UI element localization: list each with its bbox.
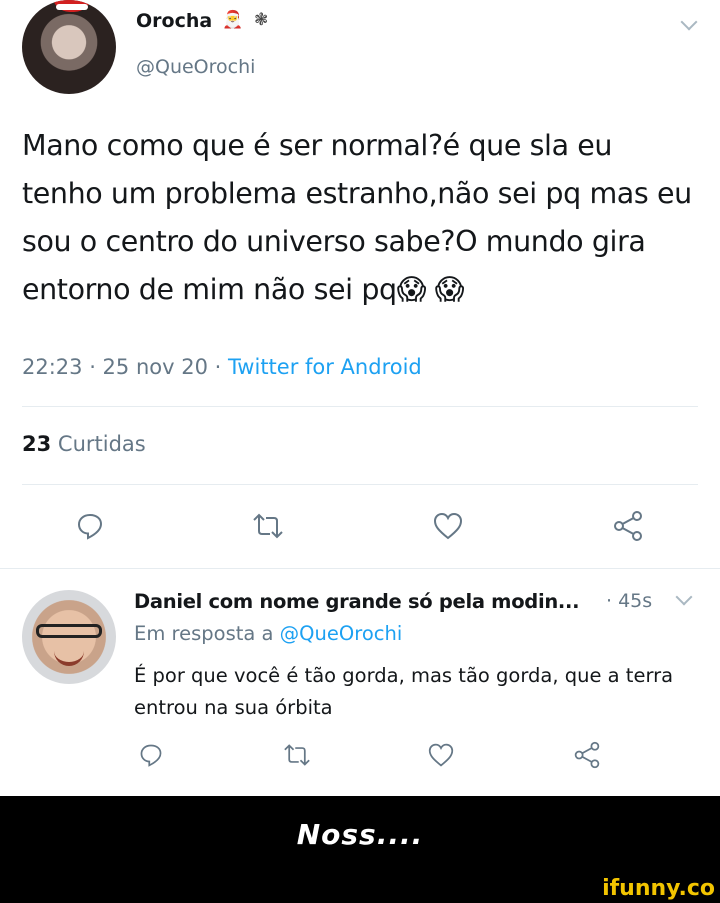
santa-hat-icon [52, 0, 92, 12]
chevron-down-icon[interactable] [675, 588, 693, 606]
santa-emoji-icon: 🎅 [222, 10, 244, 30]
likes-count: 23 [22, 432, 52, 456]
tweet-text: Mano como que é ser normal?é que sla eu … [22, 129, 692, 306]
divider [0, 568, 720, 569]
glasses-graphic [36, 624, 102, 638]
reply-icon [140, 744, 162, 767]
author-handle[interactable]: @QueOrochi [136, 56, 255, 78]
meme-caption: Noss.... [296, 818, 424, 851]
retweet-icon [284, 744, 310, 766]
likes-label: Curtidas [57, 432, 146, 456]
reply-author-name[interactable]: Daniel com nome grande só pela modin... [134, 590, 580, 613]
flower-symbol-icon: ❃ [254, 10, 269, 30]
reply-timestamp: · 45s [606, 590, 653, 612]
likes-summary[interactable]: 23 Curtidas [22, 432, 146, 456]
tweet-timestamp: 22:23 · 25 nov 20 · [22, 355, 228, 379]
retweet-button[interactable] [248, 506, 288, 546]
tweet-meta: 22:23 · 25 nov 20 · Twitter for Android [22, 355, 422, 379]
divider [22, 484, 698, 485]
divider [22, 406, 698, 407]
reply-to-mention[interactable]: @QueOrochi [280, 622, 403, 645]
author-avatar[interactable] [22, 0, 116, 94]
like-button[interactable] [428, 506, 468, 546]
share-icon [614, 511, 642, 541]
like-button[interactable] [424, 738, 458, 772]
retweet-button[interactable] [280, 738, 314, 772]
author-name[interactable]: Orocha [136, 10, 212, 32]
share-button[interactable] [570, 738, 604, 772]
reply-context: Em resposta a @QueOrochi [134, 622, 402, 645]
retweet-icon [253, 513, 283, 539]
smile-graphic [54, 650, 84, 666]
like-icon [433, 512, 463, 540]
reply-icon [77, 513, 103, 540]
share-icon [574, 741, 600, 769]
reply-button[interactable] [70, 506, 110, 546]
reply-button[interactable] [134, 738, 168, 772]
reply-text: É por que você é tão gorda, mas tão gord… [134, 664, 674, 719]
share-button[interactable] [608, 506, 648, 546]
watermark-logo: ifunny.co [602, 876, 715, 901]
tweet-source-link[interactable]: Twitter for Android [228, 355, 422, 379]
like-icon [428, 743, 454, 767]
reply-author-avatar[interactable] [22, 590, 116, 684]
chevron-down-icon[interactable] [680, 13, 698, 31]
reply-to-label: Em resposta a [134, 622, 280, 645]
